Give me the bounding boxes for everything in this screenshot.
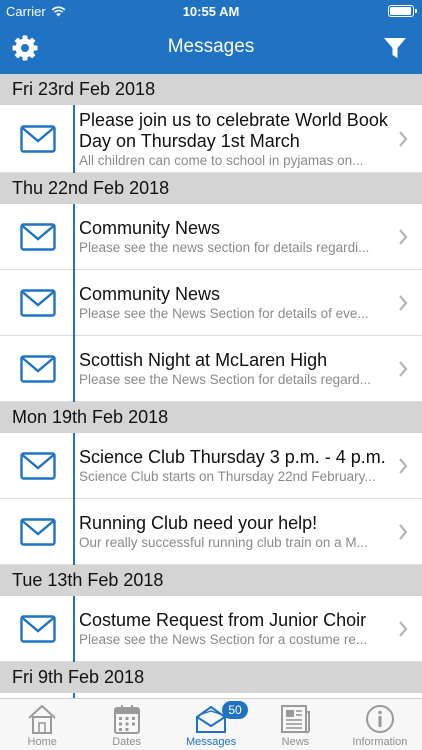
calendar-icon bbox=[113, 705, 140, 734]
message-title: Please join us to celebrate World Book D… bbox=[79, 110, 388, 151]
tab-news[interactable]: News bbox=[253, 699, 337, 750]
message-title: Costume Request from Junior Choir bbox=[79, 610, 367, 630]
chevron-right-icon bbox=[399, 360, 408, 377]
app-header: Carrier 10:55 AM Messages bbox=[0, 0, 422, 74]
message-preview: Please see the News Section for details … bbox=[79, 372, 371, 387]
message-row[interactable]: Scottish Night at McLaren High Please se… bbox=[0, 336, 422, 402]
message-text: Scottish Night at McLaren High Please se… bbox=[79, 350, 390, 389]
message-preview: All children can come to school in pyjam… bbox=[79, 153, 364, 168]
divider bbox=[73, 105, 75, 173]
status-bar: Carrier 10:55 AM bbox=[0, 0, 422, 22]
message-title: Science Club Thursday 3 p.m. - 4 p.m. bbox=[79, 447, 386, 467]
home-icon bbox=[28, 704, 56, 734]
divider bbox=[73, 433, 75, 499]
chevron-right-icon bbox=[399, 228, 408, 245]
page-title: Messages bbox=[167, 36, 255, 57]
message-preview: Our really successful running club train… bbox=[79, 535, 368, 550]
message-preview: Please see the News Section for details … bbox=[79, 306, 369, 321]
nav-bar: Messages bbox=[0, 22, 422, 74]
message-title: Community News bbox=[79, 284, 221, 304]
message-row[interactable]: Running Club need your help! Our really … bbox=[0, 499, 422, 565]
envelope-icon bbox=[20, 222, 56, 251]
message-preview: Science Club starts on Thursday 22nd Feb… bbox=[79, 469, 376, 484]
tab-label: Dates bbox=[112, 736, 141, 748]
chevron-right-icon bbox=[399, 294, 408, 311]
chevron-right-icon bbox=[399, 130, 408, 147]
envelope-icon bbox=[20, 614, 56, 643]
tab-home[interactable]: Home bbox=[0, 699, 84, 750]
message-row[interactable]: Science Club Thursday 3 p.m. - 4 p.m. Sc… bbox=[0, 433, 422, 499]
message-title: Running Club need your help! bbox=[79, 513, 318, 533]
tab-bar: Home Dates 50 Messages News Information bbox=[0, 698, 422, 750]
envelope-icon bbox=[20, 354, 56, 383]
message-row[interactable]: Costume Request from Junior Choir Please… bbox=[0, 596, 422, 662]
envelope-icon bbox=[20, 124, 56, 153]
tab-information[interactable]: Information bbox=[338, 699, 422, 750]
message-preview: Please see the News Section for a costum… bbox=[79, 632, 368, 647]
filter-icon bbox=[384, 38, 406, 58]
chevron-right-icon bbox=[399, 457, 408, 474]
message-row[interactable]: Community News Please see the News Secti… bbox=[0, 270, 422, 336]
message-title: Scottish Night at McLaren High bbox=[79, 350, 328, 370]
message-title: Community News bbox=[79, 218, 221, 238]
tab-label: News bbox=[281, 736, 310, 748]
message-preview: Please see the news section for details … bbox=[79, 240, 370, 255]
message-row[interactable]: Community News Please see the news secti… bbox=[0, 204, 422, 270]
divider bbox=[73, 204, 75, 270]
newspaper-icon bbox=[281, 705, 311, 734]
section-header: Tue 13th Feb 2018 bbox=[0, 565, 422, 596]
divider bbox=[73, 596, 75, 662]
message-text: Community News Please see the news secti… bbox=[79, 218, 390, 257]
message-list[interactable]: Fri 23rd Feb 2018 Please join us to cele… bbox=[0, 74, 422, 698]
envelope-icon bbox=[20, 451, 56, 480]
section-header: Fri 9th Feb 2018 bbox=[0, 662, 422, 693]
message-text: Please join us to celebrate World Book D… bbox=[79, 110, 390, 170]
tab-label: Home bbox=[27, 736, 57, 748]
chevron-right-icon bbox=[399, 620, 408, 637]
tab-messages[interactable]: 50 Messages bbox=[169, 699, 253, 750]
divider bbox=[73, 270, 75, 336]
envelope-icon bbox=[20, 517, 56, 546]
divider bbox=[73, 499, 75, 565]
tab-dates[interactable]: Dates bbox=[84, 699, 168, 750]
message-text: Costume Request from Junior Choir Please… bbox=[79, 610, 390, 649]
section-header: Thu 22nd Feb 2018 bbox=[0, 173, 422, 204]
envelope-icon bbox=[20, 288, 56, 317]
unread-badge: 50 bbox=[222, 701, 249, 719]
tab-label: Information bbox=[352, 736, 408, 748]
message-text: Running Club need your help! Our really … bbox=[79, 513, 390, 552]
message-row[interactable]: Please join us to celebrate World Book D… bbox=[0, 105, 422, 173]
divider bbox=[73, 336, 75, 402]
section-header: Fri 23rd Feb 2018 bbox=[0, 74, 422, 105]
chevron-right-icon bbox=[399, 523, 408, 540]
message-text: Science Club Thursday 3 p.m. - 4 p.m. Sc… bbox=[79, 447, 390, 486]
info-icon bbox=[365, 705, 394, 733]
battery-icon bbox=[388, 5, 417, 17]
tab-label: Messages bbox=[185, 736, 237, 748]
section-header: Mon 19th Feb 2018 bbox=[0, 402, 422, 433]
message-text: Community News Please see the News Secti… bbox=[79, 284, 390, 323]
clock: 10:55 AM bbox=[182, 4, 240, 19]
filter-button[interactable] bbox=[382, 35, 408, 61]
